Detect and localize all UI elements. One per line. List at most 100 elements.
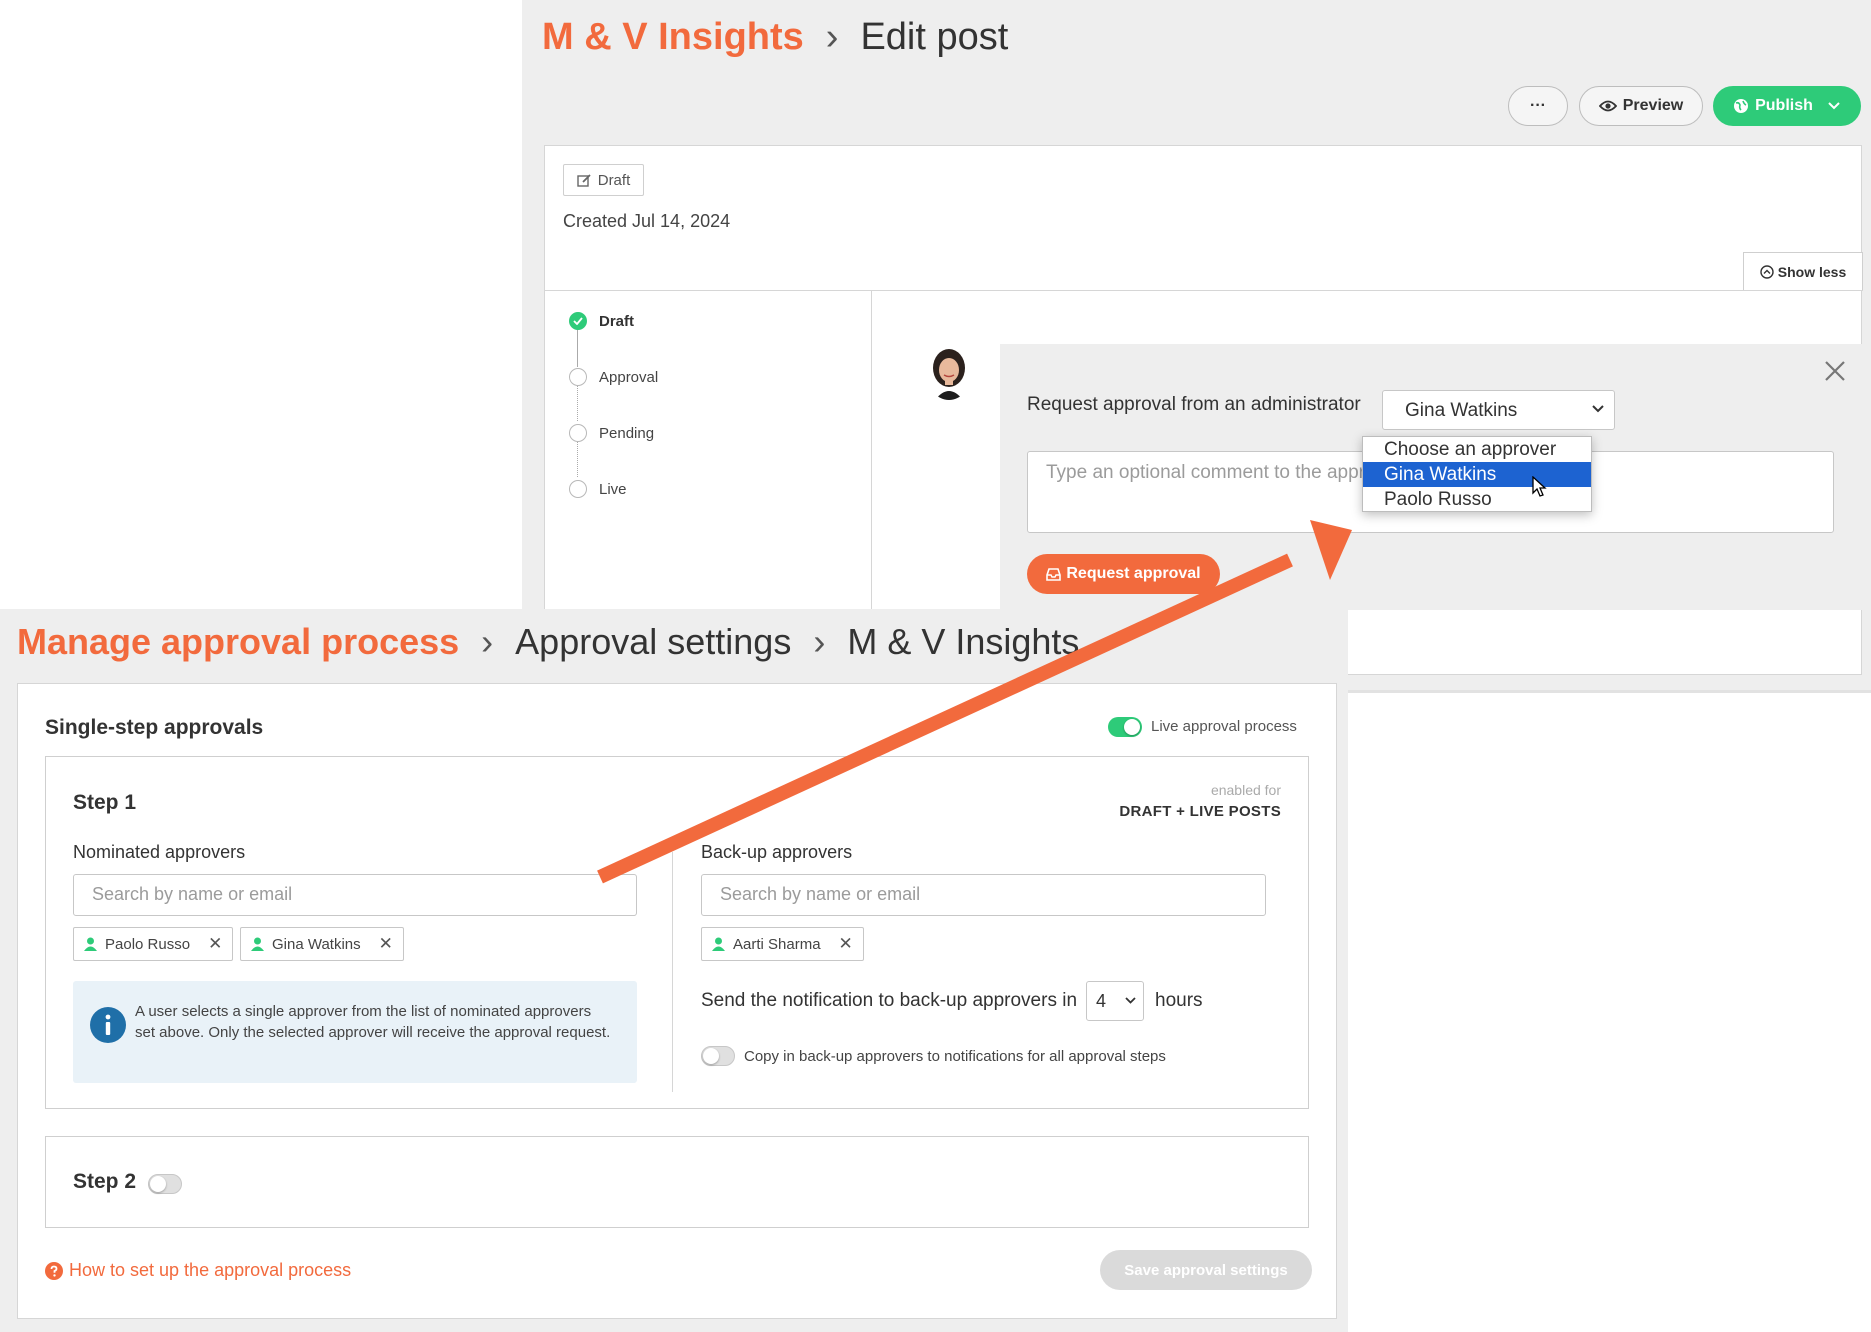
more-options-button[interactable]: ··· (1508, 86, 1568, 126)
approver-select-value: Gina Watkins (1405, 400, 1518, 421)
chevron-down-icon (1125, 997, 1136, 1004)
publish-label: Publish (1755, 97, 1813, 114)
remove-chip-icon[interactable]: ✕ (839, 934, 853, 954)
help-link[interactable]: How to set up the approval process (45, 1260, 351, 1281)
step-2-title: Step 2 (73, 1170, 137, 1193)
info-icon (90, 1007, 126, 1043)
enabled-for-label: enabled for (1210, 782, 1281, 798)
breadcrumb: Manage approval process › Approval setti… (17, 621, 1079, 663)
approver-dropdown-list: Choose an approver Gina Watkins Paolo Ru… (1362, 436, 1592, 512)
backup-approvers-label: Back-up approvers (701, 842, 853, 862)
step-circle-icon (569, 424, 587, 442)
edit-post-panel: M & V Insights › Edit post ··· Preview P… (522, 0, 1871, 690)
workflow-step-label: Pending (599, 424, 655, 442)
approval-settings-panel: Manage approval process › Approval setti… (0, 609, 1348, 1332)
breadcrumb-root-link[interactable]: Manage approval process (17, 621, 459, 663)
settings-card: Single-step approvals Live approval proc… (17, 683, 1337, 1319)
notify-label: Send the notification to back-up approve… (701, 990, 1078, 1011)
chevron-up-circle-icon (1760, 264, 1774, 279)
enabled-for-value: DRAFT + LIVE POSTS (1119, 803, 1281, 820)
user-icon (712, 937, 725, 951)
toggle-knob (150, 1176, 166, 1192)
approver-chip-name: Paolo Russo (105, 935, 191, 953)
avatar (927, 348, 971, 400)
remove-chip-icon[interactable]: ✕ (379, 934, 393, 954)
copy-backup-toggle[interactable] (701, 1046, 735, 1066)
user-icon (84, 937, 97, 951)
step-2-toggle[interactable] (148, 1174, 182, 1194)
step-2-box: Step 2 (45, 1136, 1309, 1228)
step-connector (577, 439, 578, 477)
show-less-button[interactable]: Show less (1743, 252, 1863, 290)
nominated-approvers-label: Nominated approvers (73, 842, 246, 862)
column-divider (672, 852, 673, 1092)
request-approval-button[interactable]: Request approval (1027, 554, 1220, 594)
step-connector (577, 383, 578, 421)
breadcrumb-separator: › (481, 621, 494, 662)
help-link-label: How to set up the approval process (69, 1260, 352, 1280)
request-approval-button-label: Request approval (1066, 565, 1201, 582)
backup-search-input[interactable]: Search by name or email (701, 874, 1266, 916)
globe-icon (1734, 99, 1749, 113)
breadcrumb-separator: › (813, 621, 826, 662)
comment-placeholder: Type an optional comment to the approver (1046, 462, 1402, 483)
backup-search-placeholder: Search by name or email (720, 884, 921, 904)
step-1-box: Step 1 enabled for DRAFT + LIVE POSTS No… (45, 756, 1309, 1109)
cursor-icon (1532, 476, 1547, 497)
approver-chip: Gina Watkins ✕ (240, 927, 404, 961)
eye-icon (1598, 100, 1617, 112)
save-button-label: Save approval settings (1124, 1261, 1288, 1279)
step-1-title: Step 1 (73, 791, 137, 814)
toggle-knob (703, 1048, 719, 1064)
show-less-label: Show less (1777, 263, 1847, 280)
post-card: Draft Created Jul 14, 2024 Show less Dra… (544, 145, 1863, 676)
approver-chip: Paolo Russo ✕ (73, 927, 234, 961)
approver-select[interactable]: Gina Watkins (1382, 390, 1615, 430)
check-icon (569, 312, 587, 330)
live-approval-toggle[interactable] (1108, 717, 1142, 737)
approver-chip-name: Aarti Sharma (733, 935, 821, 953)
step-circle-icon (569, 480, 587, 498)
page-title: Edit post (860, 16, 1009, 58)
chevron-down-icon[interactable] (1827, 101, 1841, 111)
breadcrumb: M & V Insights › Edit post (542, 16, 1008, 59)
chevron-down-icon (1592, 405, 1604, 413)
info-text: A user selects a single approver from th… (135, 1003, 611, 1041)
live-approval-label: Live approval process (1151, 718, 1297, 735)
workflow-step-approval: Approval (569, 368, 658, 386)
approver-chip: Aarti Sharma ✕ (701, 927, 864, 961)
workflow-step-draft: Draft (569, 312, 634, 330)
workflow-step-live: Live (569, 480, 627, 498)
breadcrumb-separator: › (825, 16, 839, 58)
preview-button[interactable]: Preview (1579, 86, 1703, 126)
page-title: M & V Insights (847, 621, 1080, 662)
hours-select[interactable]: 4 (1086, 981, 1144, 1021)
more-options-label: ··· (1530, 97, 1546, 114)
save-approval-settings-button[interactable]: Save approval settings (1100, 1250, 1312, 1290)
section-title: Single-step approvals (45, 716, 264, 739)
workflow-step-label: Draft (599, 312, 635, 330)
copy-backup-label: Copy in back-up approvers to notificatio… (744, 1048, 1166, 1065)
info-box: A user selects a single approver from th… (73, 981, 637, 1083)
close-icon[interactable] (1822, 358, 1848, 384)
hours-unit-label: hours (1155, 990, 1203, 1011)
remove-chip-icon[interactable]: ✕ (208, 934, 222, 954)
breadcrumb-middle-link[interactable]: Approval settings (515, 621, 791, 663)
user-icon (251, 937, 264, 951)
nominated-search-placeholder: Search by name or email (92, 884, 293, 904)
dropdown-option-selected[interactable]: Gina Watkins (1363, 462, 1591, 487)
nominated-search-input[interactable]: Search by name or email (73, 874, 637, 916)
publish-button[interactable]: Publish (1713, 86, 1861, 126)
workflow-step-label: Approval (599, 368, 659, 386)
created-date: Created Jul 14, 2024 (563, 211, 731, 231)
workflow-step-label: Live (599, 480, 627, 498)
breadcrumb-site-link[interactable]: M & V Insights (542, 16, 804, 59)
status-badge: Draft (563, 164, 644, 196)
panel-edge (1348, 690, 1871, 693)
step-circle-icon (569, 368, 587, 386)
status-badge-label: Draft (597, 171, 631, 189)
question-circle-icon (45, 1261, 63, 1280)
dropdown-option[interactable]: Paolo Russo (1363, 487, 1591, 512)
approver-chip-name: Gina Watkins (272, 935, 361, 953)
dropdown-option[interactable]: Choose an approver (1363, 437, 1591, 462)
